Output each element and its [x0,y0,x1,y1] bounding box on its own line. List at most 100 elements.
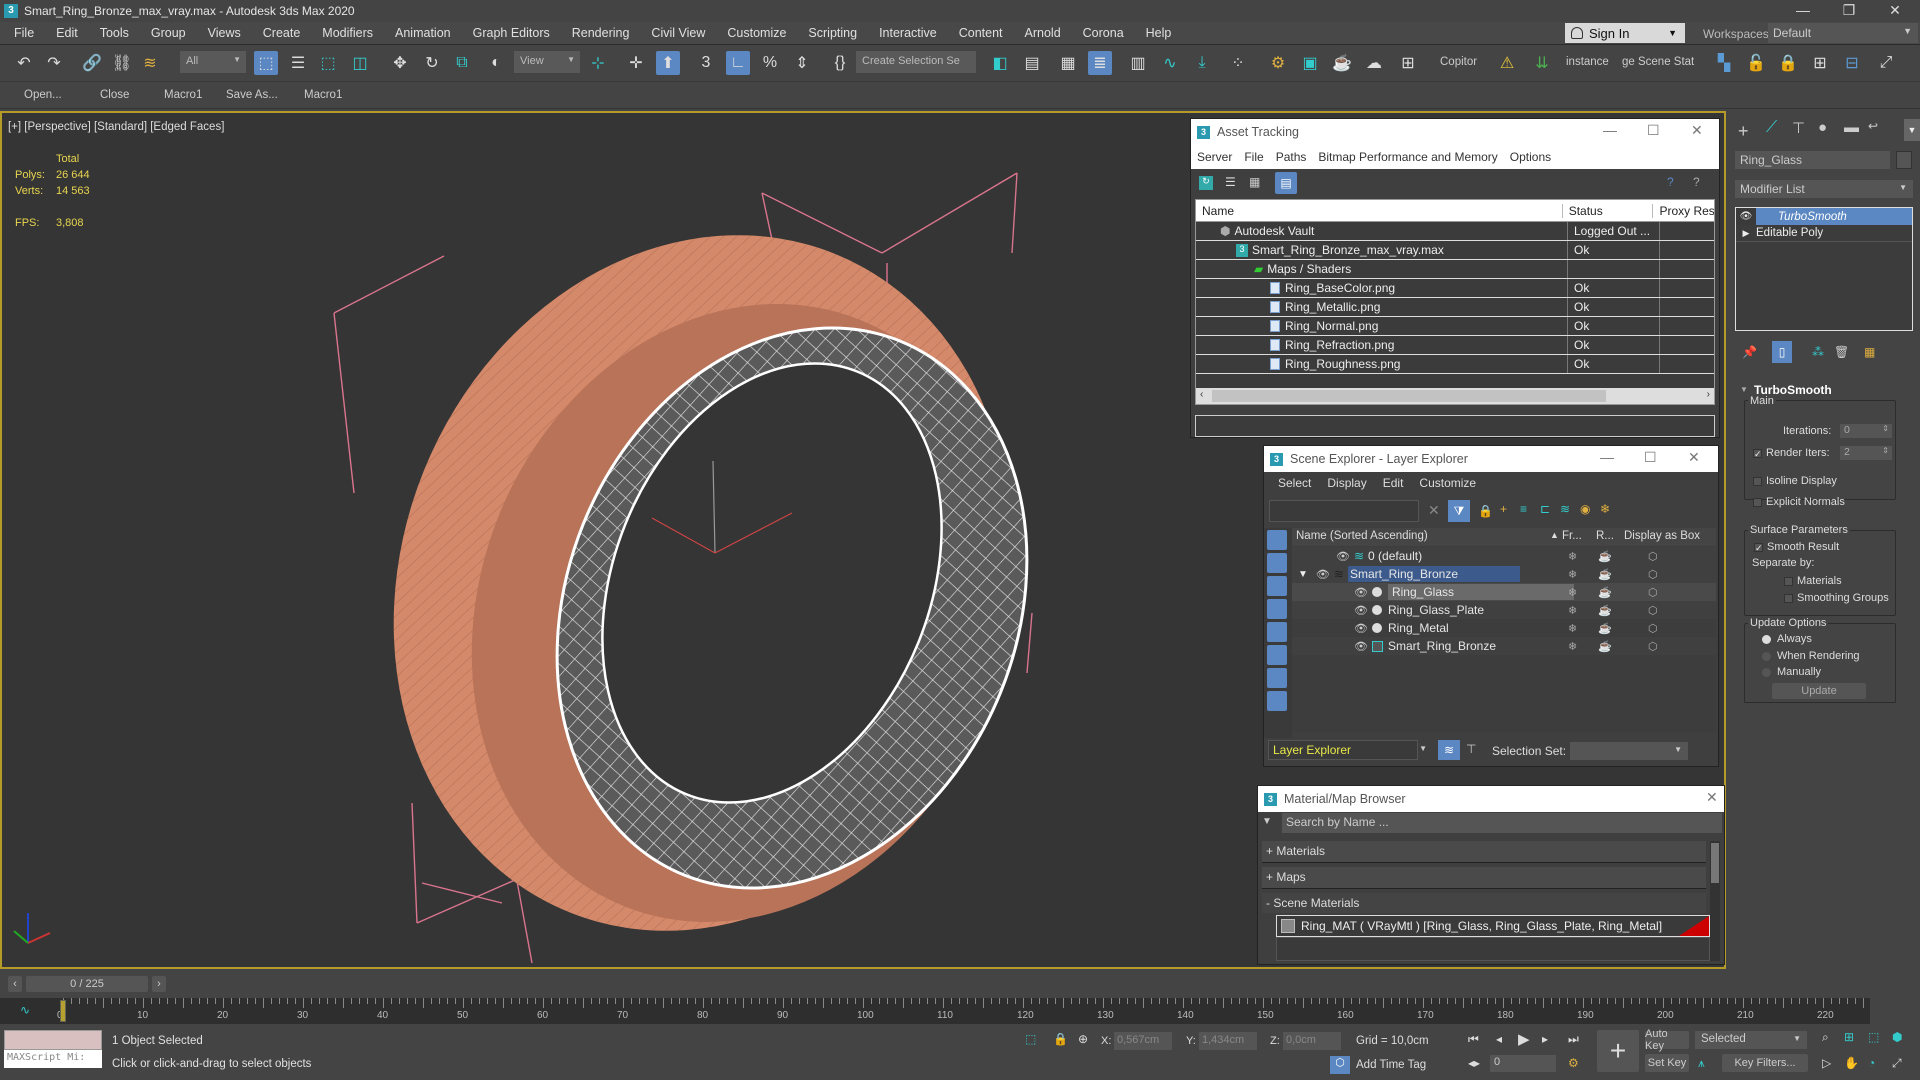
macro-close-button[interactable]: Close [100,89,129,101]
edit-named-sets-button[interactable]: {} [828,51,852,75]
object-row[interactable]: 👁 Ring_Glass ❄ ☕ ⬡ [1292,583,1716,601]
menu-customize[interactable]: Customize [713,26,794,40]
create-tab-icon[interactable]: + [1738,121,1749,142]
default-tangent-icon[interactable]: ⩚ [1698,1056,1705,1071]
z-coord-field[interactable]: 0,0cm [1283,1032,1341,1050]
scrollbar-thumb[interactable] [1711,843,1719,883]
menu-customize[interactable]: Customize [1411,476,1484,490]
filter-icon[interactable]: ⧩ [1448,500,1470,522]
col-name[interactable]: Name [1196,203,1563,218]
box-icon[interactable]: ⬡ [1648,568,1658,581]
current-frame-input[interactable]: 0 [1490,1055,1556,1072]
smoothing-groups-checkbox[interactable]: Smoothing Groups [1784,592,1889,604]
menu-group[interactable]: Group [137,26,194,40]
close-button[interactable]: ✕ [1706,789,1718,806]
menu-edit[interactable]: Edit [1375,476,1412,490]
menu-select[interactable]: Select [1264,476,1319,490]
hierarchy-mode-icon[interactable]: ⊤ [1466,742,1476,756]
hierarchy-tab-icon[interactable]: ⊤ [1792,119,1805,137]
rotate-button[interactable]: ↻ [420,51,444,75]
iterations-spinner[interactable]: 0 ⇕ [1840,424,1892,438]
undo-button[interactable]: ↶ [12,51,36,75]
spinner-snap-toggle[interactable]: ⇕ [790,51,814,75]
toggle-ribbon-button[interactable]: ▥ [1126,51,1150,75]
checkbox-unchecked[interactable] [1784,576,1793,586]
placement-button[interactable]: ◐ [484,51,508,75]
object-name-field[interactable]: Ring_Glass [1735,151,1890,169]
show-end-result-icon[interactable]: ▯ [1772,341,1792,363]
menu-modifiers[interactable]: Modifiers [308,26,381,40]
display-tab-icon[interactable]: ▬ [1844,119,1859,136]
isoline-display-checkbox[interactable]: Isoline Display [1753,475,1837,487]
smooth-result-checkbox[interactable]: ✓ Smooth Result [1754,541,1839,553]
render-teapot-icon[interactable]: ☕ [1598,622,1612,635]
key-mode-select[interactable]: Selected ▼ [1695,1031,1807,1049]
checkbox-unchecked[interactable] [1753,497,1762,507]
scrollbar-thumb[interactable] [1212,390,1606,402]
menu-file[interactable]: File [1238,150,1269,164]
ref-coord-select[interactable]: View ▼ [514,51,580,73]
menu-bitmap-performance[interactable]: Bitmap Performance and Memory [1312,150,1503,164]
select-by-name-button[interactable]: ☰ [286,51,310,75]
auto-key-button[interactable]: Auto Key [1645,1028,1689,1052]
render-iters-checkbox[interactable]: ✓ Render Iters: [1753,447,1830,459]
minimize-button[interactable]: — [1600,449,1614,465]
maximize-viewport-icon[interactable]: ⤢ [1892,1056,1902,1071]
col-renderable[interactable]: R... [1596,530,1614,542]
workspaces-select[interactable]: Default ▼ [1768,23,1918,43]
field-of-view-icon[interactable]: ▷ [1822,1056,1831,1070]
radio-unselected[interactable] [1762,651,1771,661]
keyboard-shortcut-toggle[interactable]: ⬆ [656,51,680,75]
list-view-icon[interactable]: ☰ [1225,175,1236,189]
options-triangle-icon[interactable]: ▼ [1262,816,1272,827]
visibility-eye-icon[interactable]: 👁 [1736,208,1756,225]
utilities-tab-icon[interactable]: ↩ [1868,119,1878,133]
materials-section[interactable]: + Materials [1262,841,1706,863]
asset-row[interactable]: 3 Smart_Ring_Bronze_max_vray.max Ok [1196,241,1714,260]
context-help-icon[interactable]: ? [1693,175,1700,189]
col-display-as-box[interactable]: Display as Box [1624,530,1700,542]
render-teapot-icon[interactable]: ☕ [1598,586,1612,599]
scale-button[interactable]: ⧉ [450,51,474,75]
angle-snap-toggle[interactable]: ∟ [726,51,750,75]
viewport-grid-button[interactable]: ⊞ [1396,51,1420,75]
asset-row[interactable]: Ring_BaseColor.png Ok [1196,279,1714,298]
visibility-eye-icon[interactable]: 👁 [1354,622,1368,635]
menu-graph-editors[interactable]: Graph Editors [459,26,558,40]
link-button[interactable]: 🔗 [80,51,104,75]
scene-materials-section[interactable]: - Scene Materials [1262,893,1706,913]
menu-edit[interactable]: Edit [42,26,86,40]
scene-search-input[interactable] [1269,500,1419,522]
go-to-start-icon[interactable]: ⏮ [1468,1032,1479,1047]
render-production-button[interactable]: ☕ [1330,51,1354,75]
menu-views[interactable]: Views [194,26,249,40]
menu-display[interactable]: Display [1319,476,1374,490]
menu-scripting[interactable]: Scripting [794,26,865,40]
layers-mode-icon[interactable]: ≋ [1438,740,1460,760]
menu-animation[interactable]: Animation [381,26,459,40]
asset-path-field[interactable] [1195,415,1715,437]
configure-sets-icon[interactable]: ▦ [1864,345,1875,359]
maximize-viewport-button[interactable]: ⤢ [1874,51,1898,75]
close-button[interactable]: ✕ [1688,449,1700,466]
spinner-arrows-icon[interactable]: ⇕ [1882,446,1889,455]
add-to-layer-icon[interactable]: ≡ [1520,502,1527,516]
menu-help[interactable]: Help [1132,26,1180,40]
stack-item-turbosmooth[interactable]: 👁 TurboSmooth [1736,208,1912,225]
render-teapot-icon[interactable]: ☕ [1598,640,1612,653]
snaps-toggle[interactable]: 3 [694,51,718,75]
play-icon[interactable]: ▶ [1518,1030,1530,1048]
scroll-right-icon[interactable]: › [1707,389,1710,400]
freeze-icon[interactable]: ❄ [1568,640,1577,653]
visibility-eye-icon[interactable]: 👁 [1336,550,1350,563]
set-key-button[interactable]: Set Key [1645,1054,1689,1072]
warning-button[interactable]: ⚠ [1495,51,1519,75]
absolute-mode-icon[interactable]: ⊕ [1078,1032,1088,1046]
col-name-sorted[interactable]: Name (Sorted Ascending) [1296,530,1428,542]
selection-filter-select[interactable]: All ▼ [180,51,246,73]
group-row[interactable]: 👁 Smart_Ring_Bronze ❄ ☕ ⬡ [1292,637,1716,655]
track-bar[interactable]: ∿ 01020304050607080901001101201301401501… [0,998,1870,1024]
orbit-icon[interactable]: ◔ [1868,1056,1875,1070]
isolate-selection-icon[interactable]: ⬚ [1025,1032,1036,1046]
freeze-icon[interactable]: ❄ [1568,550,1577,563]
